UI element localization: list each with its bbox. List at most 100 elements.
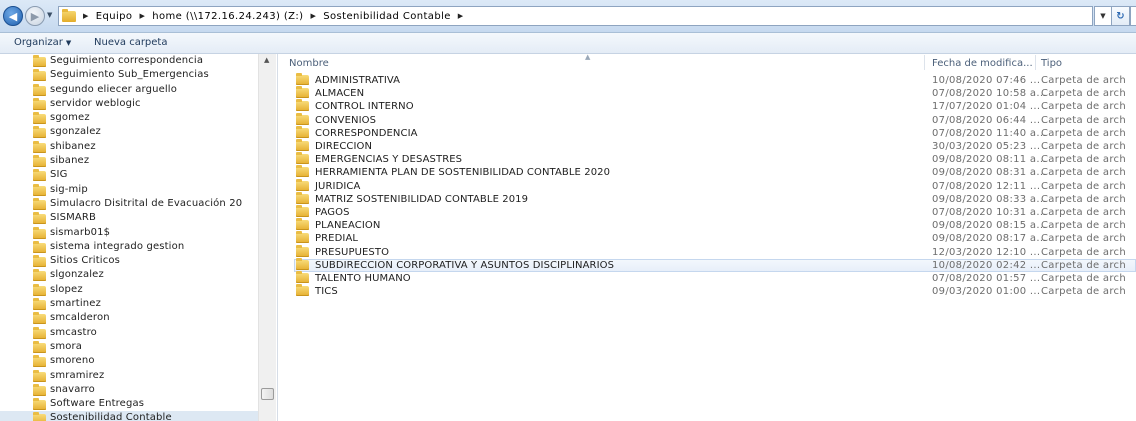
nav-folder-item[interactable]: smramirez bbox=[0, 369, 258, 383]
file-name: HERRAMIENTA PLAN DE SOSTENIBILIDAD CONTA… bbox=[315, 167, 611, 179]
nav-folder-item[interactable]: Sostenibilidad Contable bbox=[0, 411, 258, 421]
chevron-right-icon[interactable]: ▶ bbox=[83, 12, 89, 20]
nav-folder-item[interactable]: sgonzalez bbox=[0, 125, 258, 139]
folder-icon bbox=[33, 155, 46, 168]
breadcrumb-item-current[interactable]: Sostenibilidad Contable bbox=[323, 11, 451, 22]
folder-icon bbox=[33, 269, 46, 282]
file-row[interactable]: DIRECCION 30/03/2020 05:23 ... Carpeta de … bbox=[280, 139, 1136, 153]
breadcrumb-item-equipo[interactable]: Equipo bbox=[96, 11, 133, 22]
nav-folder-item[interactable]: smoreno bbox=[0, 354, 258, 368]
new-folder-button[interactable]: Nueva carpeta bbox=[94, 37, 167, 48]
nav-folder-item[interactable]: sibanez bbox=[0, 154, 258, 168]
file-row[interactable]: TALENTO HUMANO 07/08/2020 01:57 ... Carpet… bbox=[280, 271, 1136, 285]
file-row[interactable]: CORRESPONDENCIA 07/08/2020 11:40 a... Carp… bbox=[280, 125, 1136, 140]
file-row[interactable]: SUBDIRECCION CORPORATIVA Y ASUNTOS DISCI… bbox=[294, 257, 1136, 272]
file-row[interactable]: TICS 09/03/2020 01:00 ... Carpeta de arch bbox=[280, 284, 1136, 298]
organize-label: Organizar bbox=[14, 37, 63, 48]
file-name: EMERGENCIAS Y DESASTRES bbox=[315, 154, 463, 166]
folder-icon bbox=[296, 218, 309, 231]
nav-folder-label: slgonzalez bbox=[50, 269, 104, 281]
file-row[interactable]: MATRIZ SOSTENIBILIDAD CONTABLE 2019 09/08… bbox=[280, 191, 1136, 206]
column-header-name[interactable]: Nombre bbox=[289, 58, 329, 69]
nav-folder-label: smoreno bbox=[50, 355, 95, 367]
search-input[interactable] bbox=[1130, 6, 1136, 26]
nav-folder-item[interactable]: segundo eliecer arguello bbox=[0, 83, 258, 97]
scroll-up-icon[interactable]: ▲ bbox=[264, 56, 269, 64]
nav-folder-label: slopez bbox=[50, 283, 83, 295]
nav-folder-item[interactable]: Sitios Criticos bbox=[0, 254, 258, 268]
folder-icon bbox=[33, 183, 46, 196]
breadcrumb-item-home[interactable]: home (\\172.16.24.243) (Z:) bbox=[152, 11, 303, 22]
nav-folder-item[interactable]: shibanez bbox=[0, 140, 258, 154]
file-row[interactable]: PREDIAL 09/08/2020 08:17 a... Carpeta de a… bbox=[280, 231, 1136, 245]
nav-folder-label: smcastro bbox=[50, 326, 97, 338]
nav-folder-label: servidor weblogic bbox=[50, 97, 141, 109]
file-type: Carpeta de arch bbox=[1041, 246, 1126, 258]
nav-folder-item[interactable]: SIG bbox=[0, 168, 258, 182]
scrollbar-thumb[interactable] bbox=[261, 388, 274, 400]
nav-folder-item[interactable]: Software Entregas bbox=[0, 397, 258, 411]
file-row[interactable]: EMERGENCIAS Y DESASTRES 09/08/2020 08:11 … bbox=[280, 152, 1136, 166]
nav-folder-label: sistema integrado gestion bbox=[50, 240, 185, 252]
nav-folder-item[interactable]: Seguimiento Sub_Emergencias bbox=[0, 68, 258, 82]
file-row[interactable]: JURIDICA 07/08/2020 12:11 ... Carpeta de a… bbox=[280, 178, 1136, 193]
nav-folder-item[interactable]: smartinez bbox=[0, 297, 258, 311]
nav-folder-item[interactable]: Seguimiento correspondencia bbox=[0, 54, 258, 68]
chevron-right-icon[interactable]: ▶ bbox=[458, 12, 464, 20]
folder-icon bbox=[33, 355, 46, 368]
file-row[interactable]: ALMACEN 07/08/2020 10:58 a... Carpeta de a… bbox=[280, 86, 1136, 100]
recent-pages-dropdown[interactable]: ▼ bbox=[47, 11, 52, 19]
nav-folder-item[interactable]: smcastro bbox=[0, 326, 258, 340]
organize-button[interactable]: Organizar ▼ bbox=[14, 37, 71, 48]
chevron-right-icon[interactable]: ▶ bbox=[310, 12, 316, 20]
file-modified-date: 07/08/2020 01:57 ... bbox=[932, 273, 1041, 284]
nav-folder-item[interactable]: snavarro bbox=[0, 383, 258, 397]
nav-folder-label: Seguimiento Sub_Emergencias bbox=[50, 69, 209, 81]
nav-folder-item[interactable]: Simulacro Disitrital de Evacuación 20 bbox=[0, 197, 258, 211]
nav-scrollbar[interactable]: ▲ bbox=[258, 54, 276, 421]
nav-folder-item[interactable]: sistema integrado gestion bbox=[0, 240, 258, 254]
column-divider[interactable] bbox=[924, 55, 925, 70]
nav-folder-item[interactable]: sig-mip bbox=[0, 183, 258, 197]
file-row[interactable]: CONTROL INTERNO 17/07/2020 01:04 ... Carpe… bbox=[280, 99, 1136, 113]
column-header-date[interactable]: Fecha de modifica... bbox=[932, 58, 1033, 69]
file-type: Carpeta de arch bbox=[1041, 127, 1126, 139]
nav-folder-label: Seguimiento correspondencia bbox=[50, 55, 204, 66]
nav-folder-item[interactable]: smora bbox=[0, 340, 258, 354]
file-name: TALENTO HUMANO bbox=[315, 273, 411, 284]
nav-folder-item[interactable]: slgonzalez bbox=[0, 268, 258, 282]
forward-button[interactable]: ▶ bbox=[25, 6, 45, 26]
file-modified-date: 10/08/2020 02:42 ... bbox=[932, 259, 1041, 271]
nav-folder-item[interactable]: sgomez bbox=[0, 111, 258, 125]
column-header-type[interactable]: Tipo bbox=[1041, 58, 1062, 69]
file-modified-date: 09/08/2020 08:31 a... bbox=[932, 167, 1047, 179]
file-row[interactable]: PAGOS 07/08/2020 10:31 a... Carpeta de arc… bbox=[280, 205, 1136, 219]
folder-icon bbox=[33, 298, 46, 311]
folder-icon bbox=[296, 271, 309, 283]
nav-folder-item[interactable]: servidor weblogic bbox=[0, 97, 258, 111]
chevron-down-icon: ▼ bbox=[65, 39, 72, 47]
file-row[interactable]: PRESUPUESTO 12/03/2020 12:10 ... Carpeta d… bbox=[280, 244, 1136, 259]
folder-icon bbox=[296, 152, 309, 165]
file-row[interactable]: CONVENIOS 07/08/2020 06:44 ... Carpeta de … bbox=[280, 112, 1136, 127]
nav-folder-item[interactable]: smcalderon bbox=[0, 311, 258, 325]
nav-folder-item[interactable]: sismarb01$ bbox=[0, 226, 258, 240]
refresh-button[interactable]: ↻ bbox=[1112, 6, 1130, 26]
nav-folder-item[interactable]: SISMARB bbox=[0, 211, 258, 225]
file-row[interactable]: PLANEACION 09/08/2020 08:15 a... Carpeta d… bbox=[280, 218, 1136, 232]
file-type: Carpeta de arch bbox=[1041, 141, 1126, 152]
address-bar: ◀ ▶ ▼ ▶ Equipo ▶ home (\\172.16.24.243) … bbox=[0, 0, 1136, 33]
nav-folder-label: smramirez bbox=[50, 369, 105, 381]
address-dropdown-button[interactable]: ▼ bbox=[1094, 6, 1112, 26]
column-divider[interactable] bbox=[1035, 55, 1036, 70]
file-row[interactable]: HERRAMIENTA PLAN DE SOSTENIBILIDAD CONTA… bbox=[280, 165, 1136, 179]
folder-icon bbox=[33, 312, 46, 325]
file-row[interactable]: ADMINISTRATIVA 10/08/2020 07:46 ... Carpet… bbox=[280, 73, 1136, 87]
back-button[interactable]: ◀ bbox=[3, 6, 23, 26]
pane-divider[interactable] bbox=[277, 54, 278, 421]
file-modified-date: 10/08/2020 07:46 ... bbox=[932, 75, 1041, 86]
folder-icon bbox=[296, 73, 309, 85]
chevron-right-icon[interactable]: ▶ bbox=[139, 12, 145, 20]
nav-folder-item[interactable]: slopez bbox=[0, 283, 258, 297]
breadcrumb[interactable]: ▶ Equipo ▶ home (\\172.16.24.243) (Z:) ▶… bbox=[58, 6, 1093, 26]
